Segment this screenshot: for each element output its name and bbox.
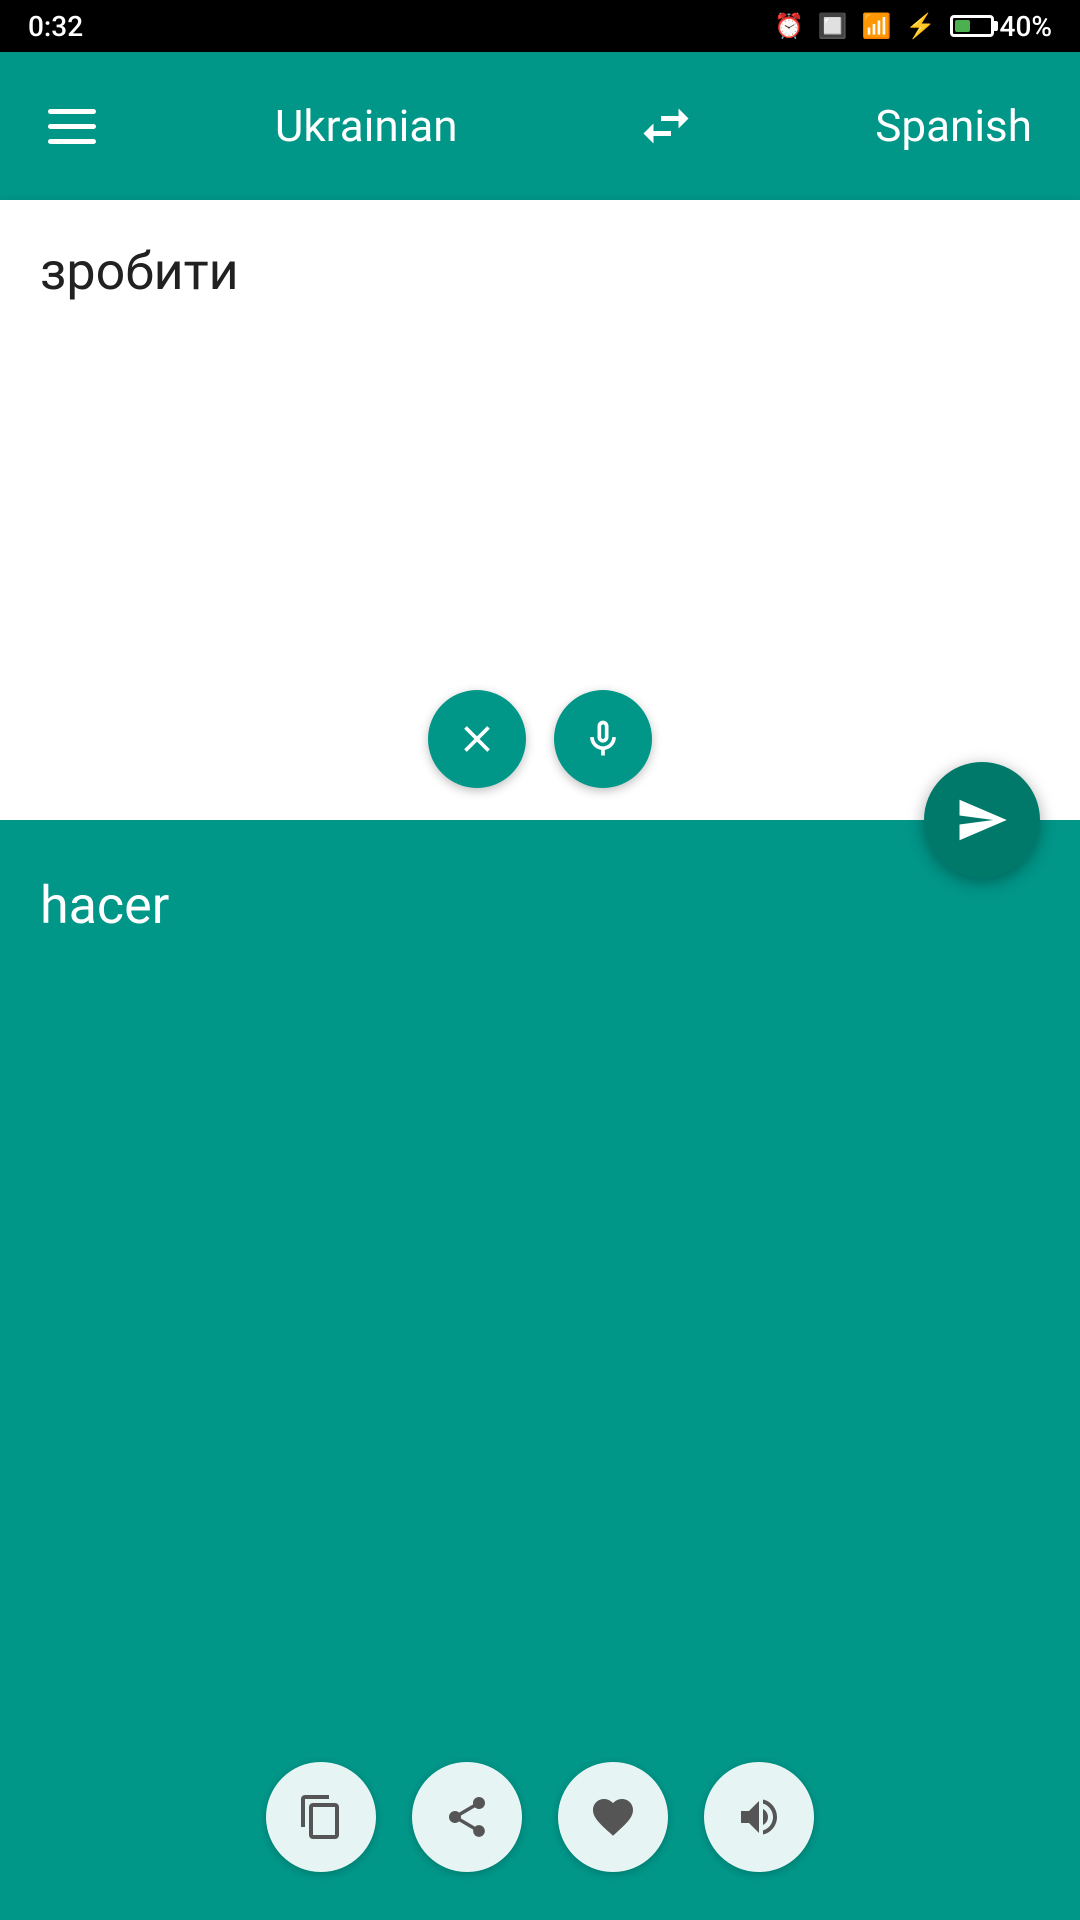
status-bar: 0:32 ⏰ 🔲 📶 ⚡ 40% (0, 0, 1080, 52)
battery-bar (950, 15, 994, 37)
menu-line-1 (48, 109, 96, 114)
charge-icon: ⚡ (906, 12, 936, 40)
translation-output-area: hacer (0, 820, 1080, 1920)
source-language-selector[interactable]: Ukrainian (275, 100, 458, 152)
sim-icon: 🔲 (818, 12, 848, 40)
output-action-buttons (266, 1762, 814, 1872)
favorite-button[interactable] (558, 1762, 668, 1872)
menu-line-2 (48, 124, 96, 129)
translate-button[interactable] (924, 762, 1040, 878)
alarm-icon: ⏰ (774, 12, 804, 40)
translated-text: hacer (40, 870, 1040, 943)
microphone-button[interactable] (554, 690, 652, 788)
toolbar: Ukrainian Spanish (0, 52, 1080, 200)
menu-button[interactable] (48, 109, 96, 144)
status-icons: ⏰ 🔲 📶 ⚡ 40% (774, 10, 1052, 43)
battery-percent: 40% (1000, 10, 1052, 43)
copy-button[interactable] (266, 1762, 376, 1872)
clear-button[interactable] (428, 690, 526, 788)
source-input-area: зробити (0, 200, 1080, 820)
share-button[interactable] (412, 1762, 522, 1872)
signal-icon: 📶 (862, 12, 892, 40)
battery-container: 40% (950, 10, 1052, 43)
time-display: 0:32 (28, 10, 83, 43)
target-language-selector[interactable]: Spanish (875, 100, 1032, 152)
source-text-input[interactable]: зробити (40, 236, 1040, 309)
speak-button[interactable] (704, 1762, 814, 1872)
menu-line-3 (48, 139, 96, 144)
swap-languages-button[interactable] (636, 96, 696, 156)
battery-fill (955, 20, 970, 32)
source-action-buttons (428, 690, 652, 788)
